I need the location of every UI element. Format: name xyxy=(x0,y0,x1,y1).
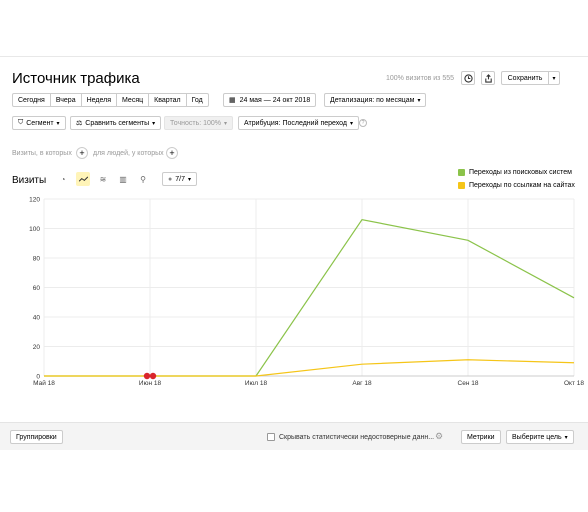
period-month-button[interactable]: Месяц xyxy=(116,93,150,107)
save-menu-button[interactable]: ▾ xyxy=(548,71,560,85)
accuracy-select[interactable]: Точность: 100% ▾ xyxy=(164,116,234,130)
segment-label: Сегмент xyxy=(26,119,54,127)
x-tick-label: Авг 18 xyxy=(352,380,372,387)
y-tick-label: 40 xyxy=(33,315,41,322)
x-tick-label: Окт 18 xyxy=(564,380,584,387)
legend-label: Переходы из поисковых систем xyxy=(469,169,572,176)
line-chart-glyph xyxy=(78,176,88,182)
chevron-down-icon: ▾ xyxy=(564,434,568,441)
chevron-down-icon: ▾ xyxy=(56,120,60,127)
people-condition-label: для людей, у которых xyxy=(93,150,164,157)
series-line-0[interactable] xyxy=(44,218,575,377)
save-button[interactable]: Сохранить xyxy=(501,71,549,85)
groupings-button[interactable]: Группировки xyxy=(10,430,63,444)
choose-goal-select[interactable]: Выберите цель ▾ xyxy=(506,430,574,444)
series-count-select[interactable]: ● 7/7 ▾ xyxy=(162,172,197,186)
segment-button[interactable]: ⛉ Сегмент ▾ xyxy=(12,116,66,130)
report-footer: Группировки Скрывать статистически недос… xyxy=(0,422,588,450)
area-chart-icon[interactable]: ≋ xyxy=(96,172,110,186)
attribution-select[interactable]: Атрибуция: Последний переход ▾ xyxy=(238,116,360,130)
visits-percent-label: 100% визитов из 555 xyxy=(385,75,454,82)
chevron-down-icon: ▾ xyxy=(350,120,354,127)
choose-goal-label: Выберите цель xyxy=(512,433,562,441)
period-yesterday-button[interactable]: Вчера xyxy=(49,93,82,107)
chart-legend: Переходы из поисковых систем Переходы по… xyxy=(458,169,575,189)
x-tick-label: Июн 18 xyxy=(139,380,162,387)
bar-chart-icon[interactable]: ▥ xyxy=(116,172,130,186)
x-tick-label: Май 18 xyxy=(33,379,55,387)
map-pin-icon[interactable]: ⚲ xyxy=(136,172,150,186)
date-range-label: 24 мая — 24 окт 2018 xyxy=(239,96,311,104)
chevron-down-icon: ▾ xyxy=(417,97,421,104)
x-tick-label: Сен 18 xyxy=(458,380,479,387)
add-people-condition-button[interactable]: + xyxy=(166,147,178,159)
series-line-1[interactable] xyxy=(44,359,575,377)
line-chart-icon[interactable] xyxy=(76,172,90,186)
annotation-marker[interactable] xyxy=(143,372,151,380)
legend-swatch xyxy=(458,169,465,176)
hide-unreliable-checkbox[interactable] xyxy=(267,433,275,441)
pie-chart-icon[interactable]: ◔ xyxy=(56,172,70,186)
export-button[interactable] xyxy=(481,71,495,85)
detail-select[interactable]: Детализация: по месяцам ▾ xyxy=(324,93,427,107)
period-today-button[interactable]: Сегодня xyxy=(12,93,51,107)
detail-label: Детализация: по месяцам xyxy=(330,96,415,104)
y-tick-label: 80 xyxy=(33,256,41,263)
x-tick-label: Июл 18 xyxy=(245,380,268,387)
chevron-down-icon: ▾ xyxy=(552,75,556,82)
y-tick-label: 20 xyxy=(33,344,41,351)
chevron-down-icon: ▾ xyxy=(187,176,191,183)
y-tick-label: 60 xyxy=(33,285,41,292)
legend-item-search[interactable]: Переходы из поисковых систем xyxy=(458,169,575,176)
chart-type-toolbar: ◔ ≋ ▥ ⚲ xyxy=(56,172,150,186)
help-icon[interactable]: ? xyxy=(359,119,367,127)
legend-item-links[interactable]: Переходы по ссылкам на сайтах xyxy=(458,182,575,189)
accuracy-label: Точность: 100% xyxy=(170,119,222,127)
y-tick-label: 100 xyxy=(29,226,40,233)
y-tick-label: 120 xyxy=(29,197,40,204)
report-panel: Источник трафика 100% визитов из 555 Сох… xyxy=(0,56,588,450)
chart-title: Визиты xyxy=(12,175,47,186)
annotation-marker[interactable] xyxy=(149,372,157,380)
compare-icon: ⚖ xyxy=(76,120,83,127)
legend-label: Переходы по ссылкам на сайтах xyxy=(469,182,575,189)
clock-icon xyxy=(463,73,473,83)
history-button[interactable] xyxy=(461,71,475,85)
attribution-label: Атрибуция: Последний переход xyxy=(244,119,348,127)
filter-icon: ⛉ xyxy=(18,119,24,126)
hide-unreliable-label: Скрывать статистически недостоверные дан… xyxy=(279,433,435,441)
hide-unreliable-option[interactable]: Скрывать статистически недостоверные дан… xyxy=(267,433,434,441)
chevron-down-icon: ▾ xyxy=(224,120,228,127)
calendar-icon: ▦ xyxy=(229,97,236,104)
gear-icon[interactable]: ⚙ xyxy=(435,431,443,442)
period-buttons: Сегодня Вчера Неделя Месяц Квартал Год xyxy=(12,93,209,107)
comment-icon: ● xyxy=(168,175,173,183)
period-week-button[interactable]: Неделя xyxy=(80,93,118,107)
period-quarter-button[interactable]: Квартал xyxy=(148,93,187,107)
add-visit-condition-button[interactable]: + xyxy=(76,147,88,159)
legend-swatch xyxy=(458,182,465,189)
chevron-down-icon: ▾ xyxy=(152,120,156,127)
series-count-label: 7/7 xyxy=(175,175,185,183)
visits-chart: 020406080100120 Май 18 Июн 18 Июл 18 Авг 18… xyxy=(29,197,584,388)
plus-icon: + xyxy=(79,147,85,158)
metrics-button[interactable]: Метрики xyxy=(461,430,501,444)
plus-icon: + xyxy=(169,147,175,158)
export-icon xyxy=(484,73,492,83)
visits-condition-label: Визиты, в которых xyxy=(12,150,72,157)
compare-label: Сравнить сегменты xyxy=(85,119,150,127)
date-range-button[interactable]: ▦ 24 мая — 24 окт 2018 xyxy=(223,93,317,107)
page-title: Источник трафика xyxy=(12,70,140,87)
period-year-button[interactable]: Год xyxy=(185,93,209,107)
compare-segments-button[interactable]: ⚖ Сравнить сегменты ▾ xyxy=(70,116,162,130)
